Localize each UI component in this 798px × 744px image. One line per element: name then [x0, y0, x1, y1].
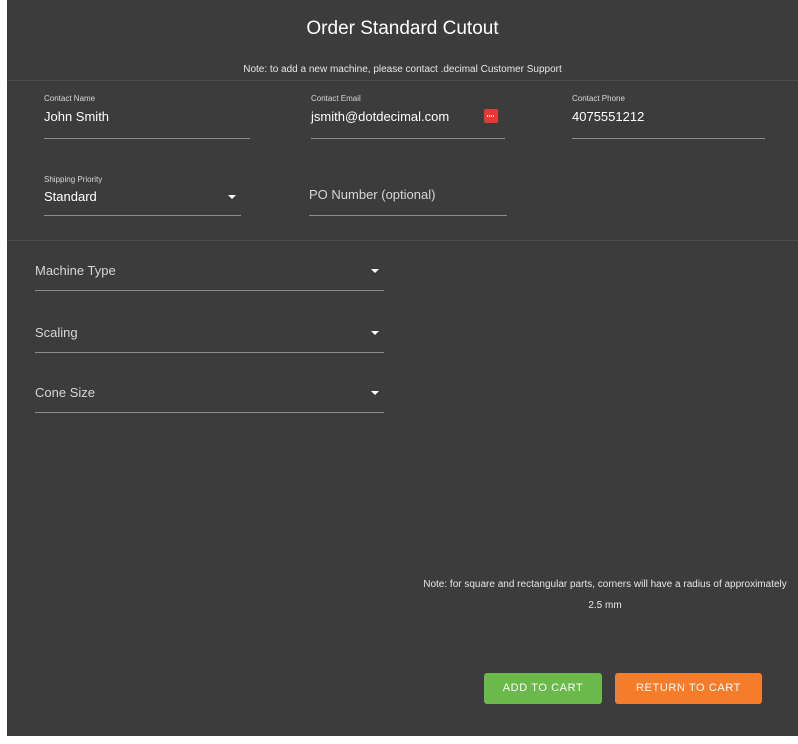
chevron-down-icon — [371, 331, 379, 335]
section-divider — [7, 240, 798, 241]
contact-email-value: jsmith@dotdecimal.com — [311, 109, 450, 124]
machine-type-select[interactable]: Machine Type — [35, 262, 384, 292]
cone-size-underline — [35, 412, 384, 413]
contact-name-label: Contact Name — [44, 94, 96, 103]
contact-phone-value: 4075551212 — [572, 109, 645, 124]
scaling-underline — [35, 352, 384, 353]
contact-phone-underline — [572, 138, 765, 139]
scaling-placeholder: Scaling — [35, 325, 78, 340]
header-divider — [7, 80, 798, 81]
cone-size-select[interactable]: Cone Size — [35, 384, 384, 414]
add-to-cart-button[interactable]: ADD TO CART — [484, 673, 602, 704]
po-number-input[interactable]: PO Number (optional) — [309, 175, 507, 217]
machine-type-placeholder: Machine Type — [35, 263, 116, 278]
contact-phone-label: Contact Phone — [572, 94, 625, 103]
shipping-priority-value: Standard — [44, 189, 97, 204]
contact-name-value: John Smith — [44, 109, 110, 124]
contact-name-underline — [44, 138, 250, 139]
shipping-priority-label: Shipping Priority — [44, 175, 103, 184]
contact-phone-field[interactable]: Contact Phone 4075551212 — [572, 94, 765, 140]
corner-radius-note: Note: for square and rectangular parts, … — [423, 579, 787, 611]
password-manager-icon[interactable] — [484, 109, 498, 123]
po-number-placeholder: PO Number (optional) — [309, 187, 436, 202]
chevron-down-icon — [371, 391, 379, 395]
support-note: Note: to add a new machine, please conta… — [243, 64, 562, 75]
shipping-priority-select[interactable]: Shipping Priority Standard — [44, 175, 241, 217]
scaling-select[interactable]: Scaling — [35, 324, 384, 354]
shipping-priority-underline — [44, 215, 241, 216]
dialog-title: Order Standard Cutout — [306, 18, 499, 39]
contact-name-field[interactable]: Contact Name John Smith — [44, 94, 250, 140]
cone-size-placeholder: Cone Size — [35, 385, 95, 400]
order-cutout-dialog: Order Standard Cutout Note: to add a new… — [7, 0, 798, 736]
chevron-down-icon — [228, 195, 236, 199]
return-to-cart-button[interactable]: RETURN TO CART — [615, 673, 762, 704]
machine-type-underline — [35, 290, 384, 291]
chevron-down-icon — [371, 269, 379, 273]
po-number-underline — [309, 215, 507, 216]
contact-email-underline — [311, 138, 505, 139]
contact-email-label: Contact Email — [311, 94, 361, 103]
contact-email-field[interactable]: Contact Email jsmith@dotdecimal.com — [311, 94, 505, 140]
